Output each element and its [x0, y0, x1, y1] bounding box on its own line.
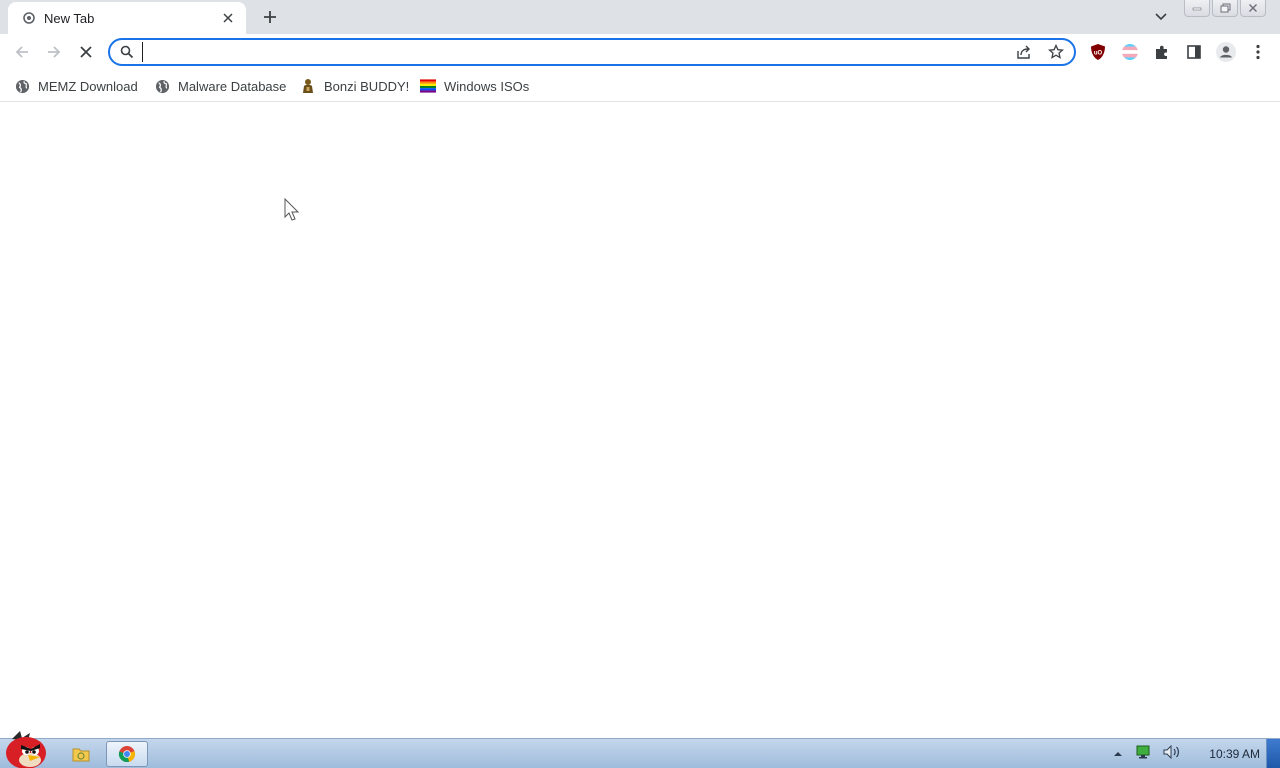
bookmark-windows-isos[interactable]: Windows ISOs [420, 76, 529, 96]
share-icon[interactable] [1016, 44, 1034, 62]
svg-text:uO: uO [1094, 51, 1103, 57]
chrome-newtab-icon [22, 11, 36, 25]
address-input[interactable] [142, 42, 1002, 62]
show-desktop-button[interactable] [1266, 739, 1280, 768]
browser-toolbar: uO [0, 34, 1280, 70]
stop-x-icon[interactable] [72, 38, 100, 66]
close-icon[interactable] [1240, 0, 1266, 17]
side-panel-icon[interactable] [1181, 39, 1207, 65]
globe-icon [154, 78, 170, 94]
bookmark-label: Malware Database [178, 78, 287, 94]
angry-bird-orb-icon[interactable] [2, 729, 52, 768]
arrow-right-icon[interactable] [40, 38, 68, 66]
globe-icon [14, 78, 30, 94]
tab-strip: New Tab [0, 0, 1280, 34]
bookmark-label: Bonzi BUDDY! [324, 78, 410, 94]
screen: New Tab uO MEMZ Download Malware Databas… [0, 0, 1280, 768]
taskbar: 10:39 AM [0, 731, 1280, 768]
omnibox[interactable] [108, 38, 1076, 66]
bookmark-malware-database[interactable]: Malware Database [154, 76, 286, 96]
tab-new-tab[interactable]: New Tab [8, 2, 246, 34]
pride-flag-extension-icon[interactable] [1117, 39, 1143, 65]
mouse-cursor-icon [284, 197, 300, 222]
volume-icon[interactable] [1163, 744, 1181, 764]
minimize-icon[interactable] [1184, 0, 1210, 17]
bookmark-label: Windows ISOs [444, 78, 530, 94]
close-icon[interactable] [220, 10, 236, 26]
system-tray: 10:39 AM [1113, 739, 1260, 768]
ublock-origin-icon[interactable]: uO [1085, 39, 1111, 65]
kebab-menu-icon[interactable] [1245, 39, 1271, 65]
profile-icon[interactable] [1213, 39, 1239, 65]
search-icon [120, 45, 136, 61]
bookmark-memz-download[interactable]: MEMZ Download [14, 76, 138, 96]
bookmarks-bar: MEMZ Download Malware Database Bonzi BUD… [0, 70, 1280, 102]
bookmark-bonzi-buddy[interactable]: Bonzi BUDDY! [300, 76, 409, 96]
page-content[interactable] [0, 103, 1280, 738]
arrow-left-icon[interactable] [8, 38, 36, 66]
explorer-folder-icon[interactable] [60, 741, 102, 767]
network-icon[interactable] [1135, 745, 1151, 764]
plus-icon[interactable] [258, 5, 282, 29]
star-icon[interactable] [1048, 43, 1066, 62]
taskbar-clock[interactable]: 10:39 AM [1209, 747, 1260, 761]
rainbow-flag-icon [420, 78, 436, 94]
chrome-icon[interactable] [106, 741, 148, 767]
show-hidden-icons-arrow[interactable] [1113, 745, 1123, 763]
bonzi-icon [300, 78, 316, 94]
bookmark-label: MEMZ Download [38, 78, 138, 94]
puzzle-icon[interactable] [1149, 39, 1175, 65]
tab-title: New Tab [44, 10, 95, 26]
window-controls [1184, 0, 1266, 18]
restore-icon[interactable] [1212, 0, 1238, 17]
chevron-down-icon[interactable] [1150, 6, 1172, 28]
